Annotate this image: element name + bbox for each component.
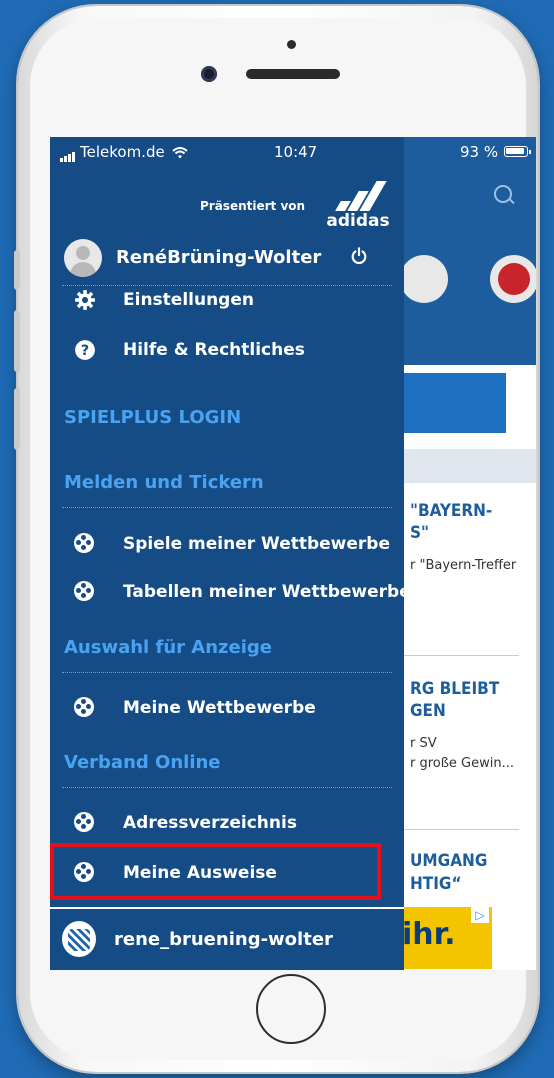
ad-choices-icon[interactable]: ▷: [471, 907, 489, 923]
news-subtitle: r SV: [410, 736, 437, 751]
divider: [62, 672, 392, 673]
divider: [62, 507, 392, 508]
gear-icon: [75, 290, 95, 310]
highlight-box: [50, 843, 381, 900]
signal-icon: [60, 144, 76, 162]
search-icon[interactable]: [494, 185, 512, 203]
menu-item-tabellen[interactable]: Tabellen meiner Wettbewerbe: [50, 573, 411, 613]
menu-item-label: Meine Wettbewerbe: [123, 698, 316, 718]
home-button[interactable]: [256, 974, 326, 1044]
football-icon: [74, 697, 96, 719]
section-melden-tickern: Melden und Tickern: [64, 472, 264, 493]
user-profile-row[interactable]: RenéBrüning-Wolter: [50, 237, 404, 283]
wifi-icon: [172, 146, 189, 158]
sponsor-label: Präsentiert von: [200, 199, 306, 213]
proximity-sensor: [287, 40, 296, 49]
news-title[interactable]: HTIG“: [410, 873, 462, 895]
menu-item-spiele[interactable]: Spiele meiner Wettbewerbe: [50, 525, 404, 565]
menu-item-label: Tabellen meiner Wettbewerbe: [123, 582, 411, 602]
footer-username[interactable]: rene_bruening-wolter: [114, 929, 333, 950]
news-title[interactable]: UMGANG: [410, 850, 487, 872]
mute-switch: [14, 250, 20, 290]
menu-item-einstellungen[interactable]: Einstellungen: [50, 281, 404, 321]
football-icon: [74, 812, 96, 834]
club-logo-icon[interactable]: [490, 255, 536, 303]
news-title[interactable]: GEN: [410, 700, 446, 722]
status-bar: Telekom.de 10:47 93 %: [50, 137, 536, 167]
volume-up-button: [14, 310, 20, 372]
carrier-name: Telekom.de: [80, 143, 165, 161]
battery-icon: [504, 146, 531, 157]
avatar[interactable]: [64, 239, 102, 277]
power-icon[interactable]: [350, 247, 368, 265]
ad-text[interactable]: ihr.: [402, 917, 456, 952]
divider: [404, 655, 519, 656]
front-camera: [201, 66, 217, 82]
background-button[interactable]: [404, 373, 506, 433]
menu-item-meine-wettbewerbe[interactable]: Meine Wettbewerbe: [50, 689, 404, 729]
menu-item-label: Adressverzeichnis: [123, 813, 297, 833]
section-verband-online: Verband Online: [64, 752, 221, 773]
help-icon: ?: [75, 340, 95, 360]
divider: [404, 829, 519, 830]
news-title[interactable]: RG BLEIBT: [410, 678, 499, 700]
menu-item-hilfe[interactable]: ? Hilfe & Rechtliches: [50, 331, 404, 371]
sponsor-name: adidas: [326, 211, 390, 231]
section-spielplus-login[interactable]: SPIELPLUS LOGIN: [64, 407, 241, 428]
menu-item-label: Spiele meiner Wettbewerbe: [123, 534, 390, 554]
earpiece-speaker: [246, 69, 340, 79]
svg-text:?: ?: [81, 343, 89, 359]
menu-item-label: Einstellungen: [123, 290, 254, 310]
clock: 10:47: [274, 143, 318, 161]
menu-item-adressverzeichnis[interactable]: Adressverzeichnis: [50, 804, 404, 844]
bfv-logo-icon: [62, 921, 96, 957]
news-subtitle: r große Gewin...: [410, 756, 515, 771]
volume-down-button: [14, 388, 20, 450]
news-title[interactable]: "BAYERN-: [410, 500, 492, 522]
club-logo-icon[interactable]: [400, 255, 448, 303]
menu-item-label: Hilfe & Rechtliches: [123, 340, 305, 360]
football-icon: [74, 533, 96, 555]
news-title[interactable]: S": [410, 522, 429, 544]
section-auswahl-anzeige: Auswahl für Anzeige: [64, 637, 272, 658]
drawer-footer[interactable]: rene_bruening-wolter: [50, 907, 404, 970]
carrier-info: Telekom.de: [60, 143, 189, 162]
background-band: [404, 449, 536, 483]
background-header: [404, 137, 536, 365]
divider: [62, 787, 392, 788]
news-subtitle: r "Bayern-Treffer: [410, 558, 517, 573]
football-icon: [74, 581, 96, 603]
battery-percent: 93 %: [460, 143, 499, 161]
user-name[interactable]: RenéBrüning-Wolter: [116, 247, 321, 268]
